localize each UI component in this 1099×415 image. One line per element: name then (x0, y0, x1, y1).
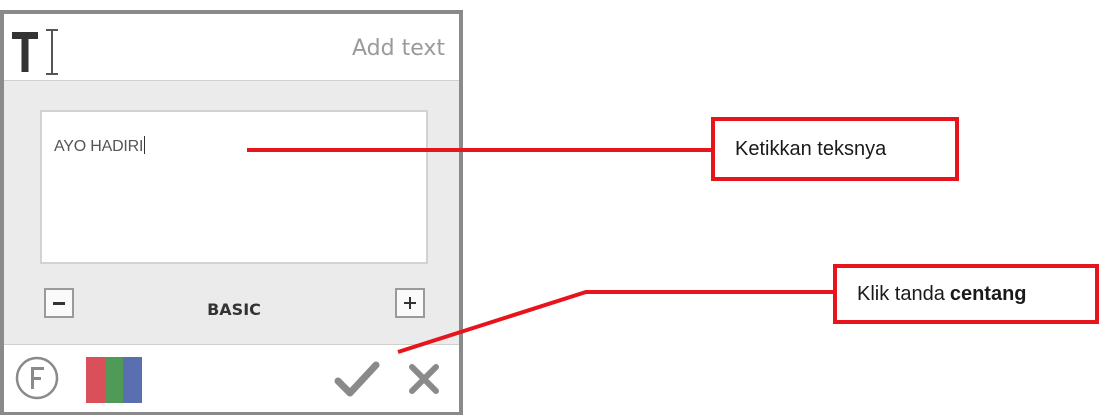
callout-click-check-prefix: Klik tanda (857, 282, 945, 305)
callout-click-check-bold: centang (949, 282, 1027, 305)
callout-type-text: Ketikkan teksnya (711, 117, 959, 181)
leader-line-confirm (397, 290, 833, 354)
callout-type-text-label: Ketikkan teksnya (735, 137, 887, 160)
callout-click-check: Klik tanda centang (833, 264, 1099, 324)
annotation-leader-lines (247, 148, 833, 354)
